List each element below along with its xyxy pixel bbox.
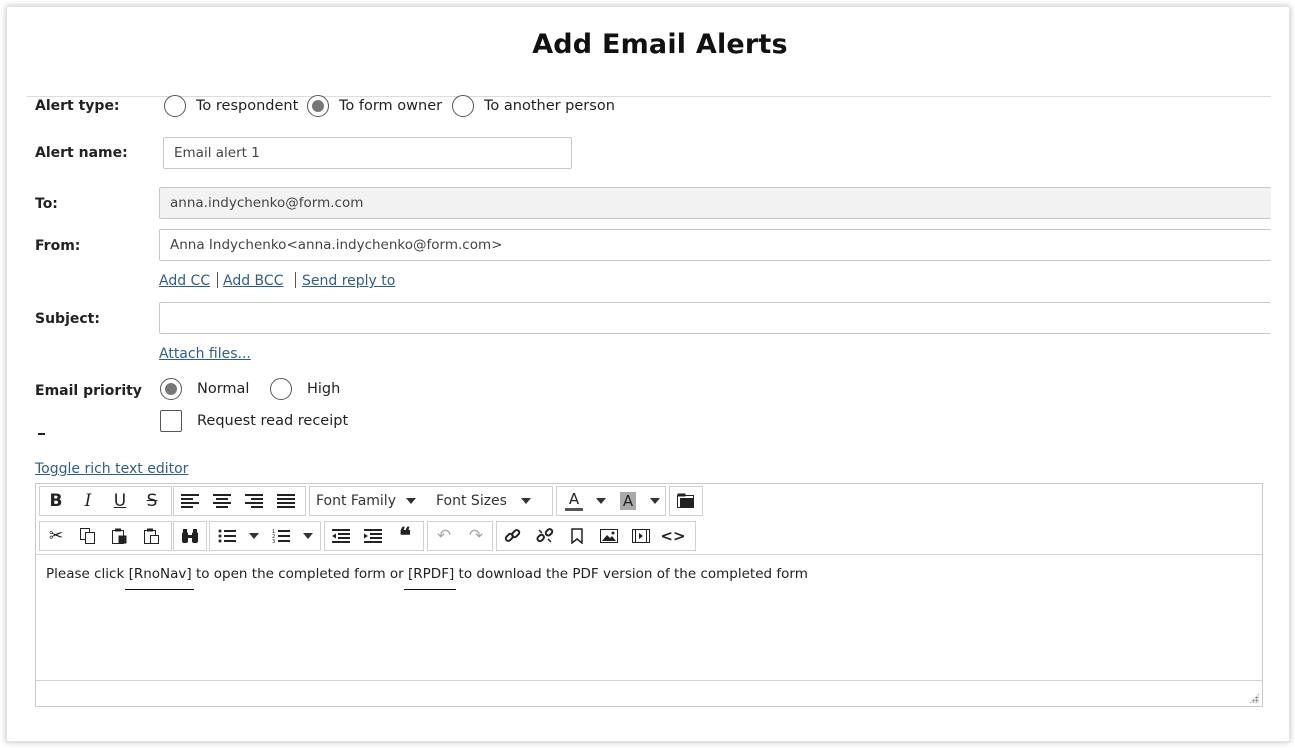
radio-to-another-person-label[interactable]: To another person [484, 98, 615, 114]
font-size-label: Font Sizes [436, 493, 507, 509]
link-separator [295, 272, 296, 288]
radio-priority-normal[interactable] [160, 378, 182, 400]
align-left-icon[interactable] [174, 487, 206, 515]
editor-content[interactable]: Please click [RnoNav] to open the comple… [36, 556, 1262, 681]
text-color-icon[interactable]: A [557, 487, 591, 515]
read-receipt-checkbox[interactable] [160, 410, 182, 432]
radio-to-form-owner-label[interactable]: To form owner [339, 98, 442, 114]
from-input[interactable] [159, 229, 1271, 261]
from-label: From: [35, 238, 81, 254]
subject-label: Subject: [35, 311, 100, 327]
body-text: Please click [46, 566, 129, 582]
resize-handle-icon[interactable] [1249, 693, 1259, 703]
editor-toolbar: B I U S Font Family Font Sizes A A ✂ 1 2… [36, 484, 1262, 555]
bookmark-icon[interactable] [561, 522, 593, 550]
rich-text-editor: B I U S Font Family Font Sizes A A ✂ 1 2… [35, 483, 1263, 707]
toolbar-group-history: ↶ ↷ [427, 521, 493, 551]
toolbar-group-font: Font Family Font Sizes [309, 486, 553, 516]
editor-statusbar [36, 680, 1262, 706]
font-size-dropdown[interactable]: Font Sizes [430, 487, 550, 515]
read-receipt-label[interactable]: Request read receipt [197, 413, 348, 429]
bullet-list-icon[interactable] [210, 522, 244, 550]
radio-to-respondent[interactable] [164, 95, 186, 117]
radio-priority-high[interactable] [270, 378, 292, 400]
find-replace-icon[interactable] [174, 522, 206, 550]
blockquote-icon[interactable]: ❝ [389, 522, 421, 550]
to-input[interactable] [159, 187, 1271, 219]
source-code-icon[interactable]: <> [657, 522, 689, 550]
align-right-icon[interactable] [238, 487, 270, 515]
chevron-down-icon[interactable] [591, 487, 611, 515]
add-cc-link[interactable]: Add CC [159, 273, 210, 289]
toolbar-group-indent: ❝ [324, 521, 424, 551]
alert-name-input[interactable] [163, 137, 572, 169]
image-icon[interactable] [593, 522, 625, 550]
indent-icon[interactable] [357, 522, 389, 550]
italic-icon[interactable]: I [72, 487, 104, 515]
svg-text:3: 3 [272, 539, 275, 543]
outdent-icon[interactable] [325, 522, 357, 550]
email-alert-dialog: Add Email Alerts Alert type: To responde… [6, 6, 1290, 742]
chevron-down-icon [405, 498, 416, 504]
underline-icon[interactable]: U [104, 487, 136, 515]
link-icon[interactable] [497, 522, 529, 550]
highlight-color-icon[interactable]: A [611, 487, 645, 515]
align-justify-icon[interactable] [270, 487, 302, 515]
toolbar-group-clipboard: ✂ [39, 521, 172, 551]
cut-icon[interactable]: ✂ [40, 522, 72, 550]
strikethrough-icon[interactable]: S [136, 487, 168, 515]
font-family-label: Font Family [316, 493, 396, 509]
radio-to-form-owner[interactable] [307, 95, 329, 117]
numbered-list-icon[interactable]: 123 [264, 522, 298, 550]
font-family-dropdown[interactable]: Font Family [310, 487, 430, 515]
align-center-icon[interactable] [206, 487, 238, 515]
toolbar-group-media [669, 486, 703, 516]
dialog-title: Add Email Alerts [532, 29, 788, 60]
chevron-down-icon[interactable] [298, 522, 318, 550]
unlink-icon[interactable] [529, 522, 561, 550]
chevron-down-icon[interactable] [244, 522, 264, 550]
body-text: to open the completed form or [191, 566, 409, 582]
body-text: to download the PDF version of the compl… [454, 566, 808, 582]
toolbar-group-lists: 123 [209, 521, 321, 551]
radio-priority-normal-label[interactable]: Normal [197, 381, 249, 397]
attach-files-link[interactable]: Attach files... [159, 346, 251, 362]
radio-to-respondent-label[interactable]: To respondent [196, 98, 298, 114]
link-separator [217, 272, 218, 288]
undo-icon[interactable]: ↶ [428, 522, 460, 550]
toolbar-group-search [173, 521, 207, 551]
toolbar-group-insert: <> [496, 521, 696, 551]
radio-to-another-person[interactable] [452, 95, 474, 117]
to-label: To: [35, 196, 58, 212]
send-reply-to-link[interactable]: Send reply to [302, 273, 395, 289]
bold-icon[interactable]: B [40, 487, 72, 515]
toolbar-group-color: A A [556, 486, 666, 516]
email-priority-label: Email priority [35, 383, 142, 399]
paste-text-icon[interactable] [136, 522, 168, 550]
paste-icon[interactable] [104, 522, 136, 550]
toolbar-group-align [173, 486, 306, 516]
radio-priority-high-label[interactable]: High [307, 381, 340, 397]
chevron-down-icon[interactable] [645, 487, 665, 515]
add-bcc-link[interactable]: Add BCC [223, 273, 283, 289]
placeholder-rnonav: [RnoNav] [128, 566, 192, 582]
subject-input[interactable] [159, 302, 1271, 334]
alert-type-label: Alert type: [35, 98, 120, 114]
toggle-rich-text-editor-link[interactable]: Toggle rich text editor [35, 461, 188, 477]
redo-icon[interactable]: ↷ [460, 522, 492, 550]
media-gallery-icon[interactable] [670, 487, 702, 515]
video-icon[interactable] [625, 522, 657, 550]
copy-icon[interactable] [72, 522, 104, 550]
chevron-down-icon [520, 498, 531, 504]
dash-mark [38, 433, 45, 435]
placeholder-rpdf: [RPDF] [408, 566, 455, 582]
toolbar-group-format: B I U S [39, 486, 172, 516]
title-divider [27, 96, 1271, 97]
alert-name-label: Alert name: [35, 145, 128, 161]
